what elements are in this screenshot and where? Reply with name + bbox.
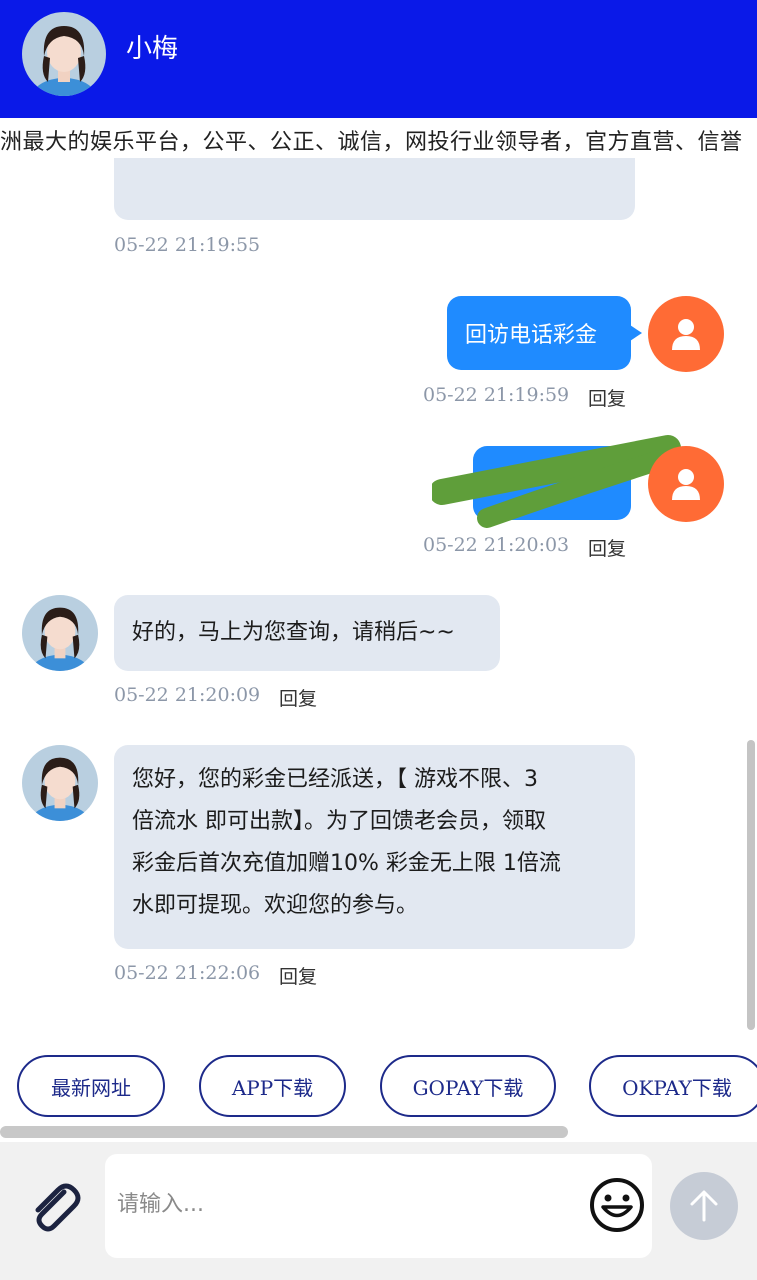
message-line: 您好，您的彩金已经派送，【 游戏不限、3 [132,767,538,792]
message-input[interactable] [117,1182,577,1226]
message-timestamp: 05-22 21:19:59 [423,384,570,406]
message-text: 回访电话彩金 [465,323,598,348]
message-line: 倍流水 即可出款】。为了回馈老会员，领取 [132,809,546,834]
bubble-tail [630,325,642,341]
agent-avatar[interactable] [22,595,98,671]
message-bubble-outgoing: 回访电话彩金 [447,296,631,370]
chat-header: 小梅 [0,0,757,118]
user-icon [672,319,700,350]
quick-link-okpay-download[interactable]: OKPAY下载 [589,1055,757,1117]
chat-title: 小梅 [126,34,179,64]
message-line: 水即可提现。欢迎您的参与。 [132,893,419,918]
user-avatar[interactable] [648,446,724,522]
quick-link-latest-url[interactable]: 最新网址 [17,1055,165,1117]
horizontal-scrollbar[interactable] [0,1126,568,1138]
message-text: 好的，马上为您查询，请稍后~~ [132,620,455,645]
announcement-marquee: 洲最大的娱乐平台，公平、公正、诚信，网投行业领导者，官方直营、信誉 [0,118,757,158]
message-timestamp: 05-22 21:20:03 [423,534,570,556]
agent-avatar[interactable] [22,12,106,96]
quick-link-gopay-download[interactable]: GOPAY下载 [380,1055,556,1117]
paperclip-icon[interactable] [24,1178,82,1236]
message-bubble-incoming [114,158,635,220]
message-list[interactable]: 05-22 21:19:55 回访电话彩金 05-22 21:19:59 回复 … [0,158,757,1034]
reply-link[interactable]: 回复 [588,534,626,561]
message-bubble-incoming: 您好，您的彩金已经派送，【 游戏不限、3 倍流水 即可出款】。为了回馈老会员，领… [114,745,635,949]
smiley-icon[interactable] [588,1176,646,1234]
arrow-up-icon [690,1190,718,1222]
message-timestamp: 05-22 21:20:09 [114,684,261,706]
quick-links-bar[interactable]: 最新网址 APP下载 GOPAY下载 OKPAY下载 [0,1034,757,1142]
quick-link-app-download[interactable]: APP下载 [199,1055,346,1117]
user-avatar[interactable] [648,296,724,372]
marquee-text: 洲最大的娱乐平台，公平、公正、诚信，网投行业领导者，官方直营、信誉 [0,130,743,155]
message-timestamp: 05-22 21:22:06 [114,962,261,984]
vertical-scrollbar[interactable] [747,740,755,1030]
reply-link[interactable]: 回复 [279,962,317,989]
message-input-container [105,1154,652,1258]
user-icon [672,469,700,500]
reply-link[interactable]: 回复 [588,384,626,411]
message-line: 彩金后首次充值加赠10% 彩金无上限 1倍流 [132,851,561,876]
message-timestamp: 05-22 21:19:55 [114,234,261,256]
agent-avatar[interactable] [22,745,98,821]
message-bubble-incoming: 好的，马上为您查询，请稍后~~ [114,595,500,671]
send-button[interactable] [670,1172,738,1240]
reply-link[interactable]: 回复 [279,684,317,711]
